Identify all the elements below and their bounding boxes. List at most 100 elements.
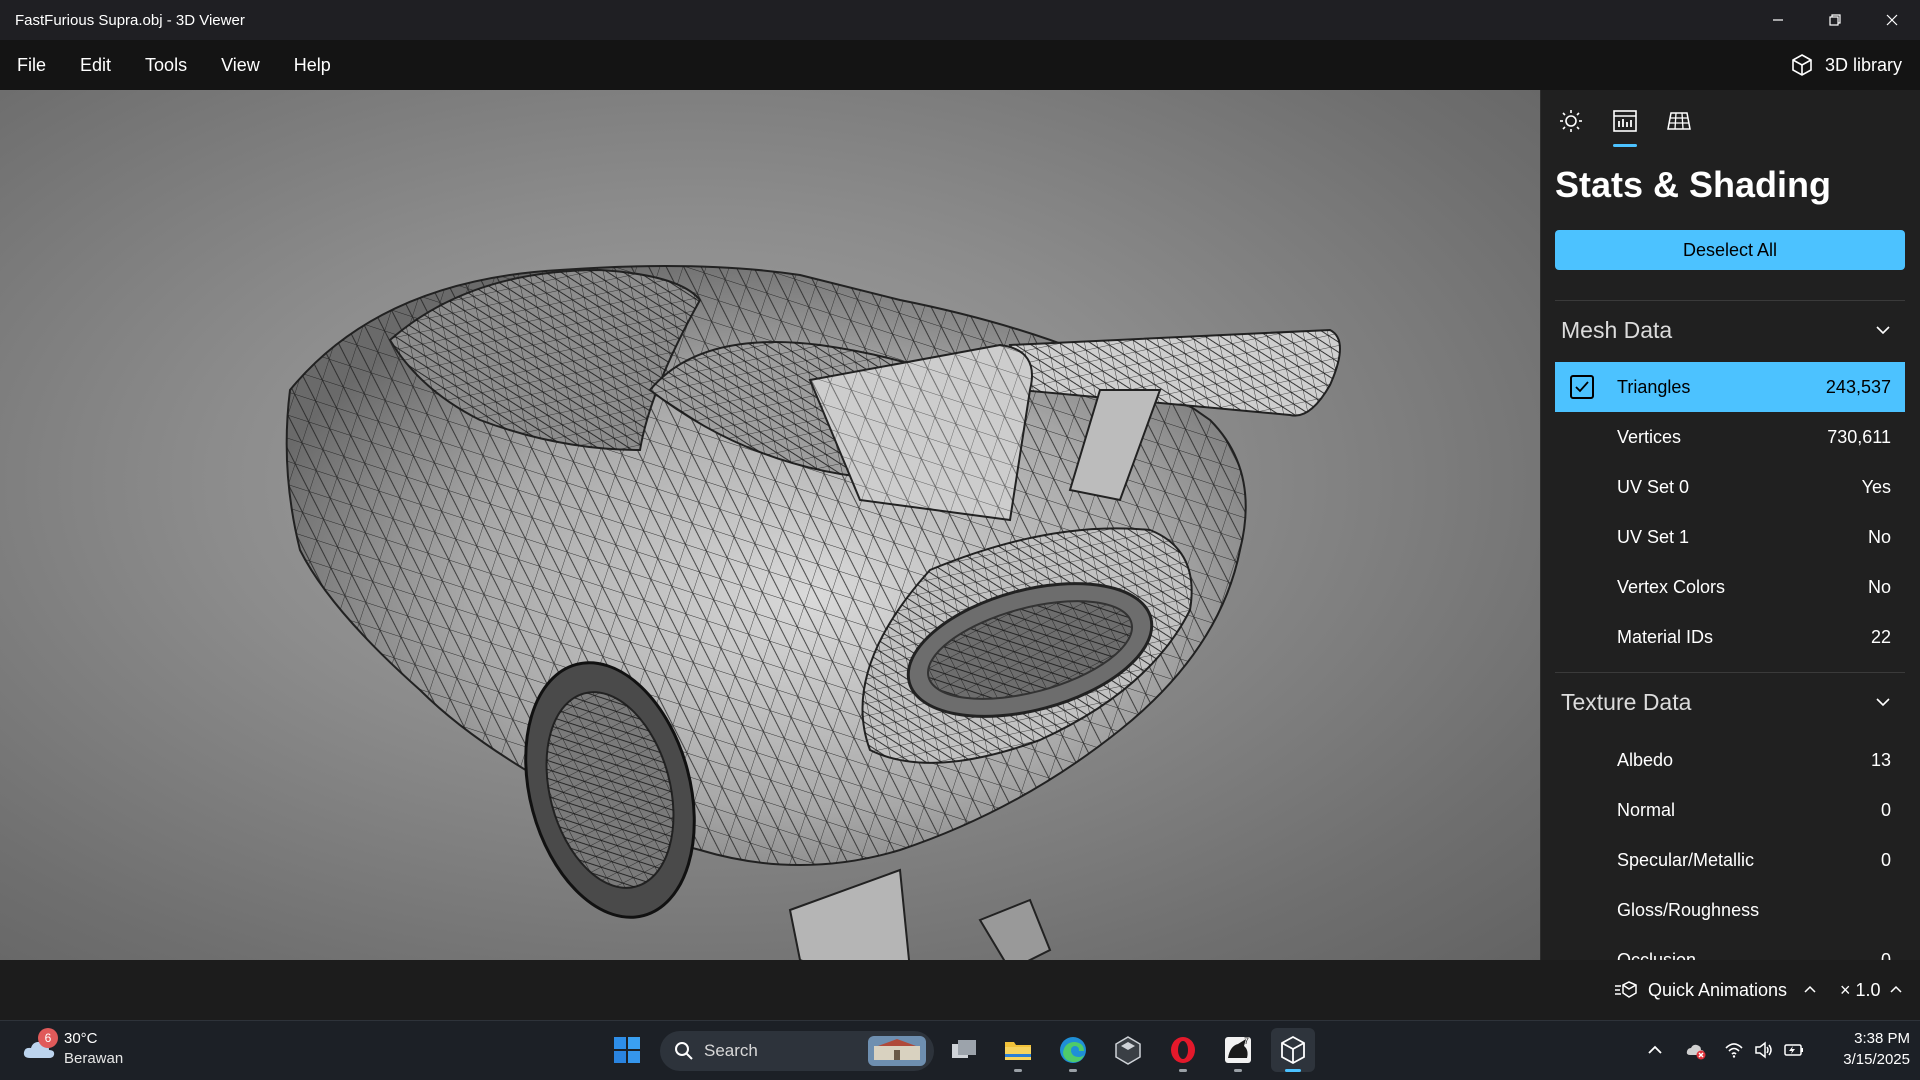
weather-widget[interactable]: 6 30°C Berawan [22, 1026, 172, 1074]
system-clock[interactable]: 3:38 PM 3/15/2025 [1820, 1028, 1910, 1070]
quick-animations-button[interactable]: Quick Animations [1614, 960, 1817, 1020]
3d-viewport[interactable] [0, 90, 1540, 960]
unity-button[interactable] [1106, 1028, 1150, 1072]
row-value: 730,611 [1827, 426, 1891, 447]
minimize-icon [1772, 19, 1783, 21]
tab-stats[interactable] [1609, 105, 1641, 147]
edge-button[interactable] [1051, 1028, 1095, 1072]
stats-icon [1613, 110, 1637, 132]
cube-icon [1792, 54, 1812, 76]
wifi-icon [1725, 1043, 1743, 1058]
texture-row-normal[interactable]: Normal 0 [1555, 785, 1905, 835]
svg-text:7: 7 [1244, 1036, 1249, 1046]
tab-lighting[interactable] [1555, 105, 1587, 137]
tray-network[interactable] [1724, 1020, 1744, 1080]
mesh-row-uv-set-0[interactable]: UV Set 0 Yes [1555, 462, 1905, 512]
start-button[interactable] [605, 1028, 649, 1072]
close-button[interactable] [1863, 0, 1920, 40]
weather-temp: 30°C [64, 1030, 98, 1047]
row-value: Yes [1861, 476, 1891, 497]
row-value: 0 [1880, 799, 1891, 820]
3d-viewer-icon [1281, 1035, 1305, 1065]
menu-tools[interactable]: Tools [128, 55, 204, 76]
task-view-button[interactable] [942, 1028, 986, 1072]
mesh-row-vertex-colors[interactable]: Vertex Colors No [1555, 562, 1905, 612]
menu-edit[interactable]: Edit [63, 55, 128, 76]
search-placeholder: Search [704, 1041, 758, 1060]
row-value: No [1867, 576, 1891, 597]
tray-onedrive[interactable] [1686, 1020, 1706, 1080]
clock-date: 3/15/2025 [1843, 1051, 1910, 1068]
row-label: UV Set 0 [1617, 476, 1690, 497]
row-value: 22 [1870, 626, 1891, 647]
opera-icon [1171, 1037, 1195, 1063]
running-indicator [1014, 1069, 1022, 1072]
windows-start-icon [614, 1037, 640, 1063]
triangles-checkbox[interactable] [1570, 375, 1594, 399]
texture-row-gloss-roughness[interactable]: Gloss/Roughness [1555, 885, 1905, 935]
grid-icon [1667, 112, 1691, 130]
row-value: No [1867, 526, 1891, 547]
mesh-row-vertices[interactable]: Vertices 730,611 [1555, 412, 1905, 462]
row-value: 13 [1870, 749, 1891, 770]
texture-row-albedo[interactable]: Albedo 13 [1555, 735, 1905, 785]
row-value: 0 [1880, 949, 1891, 961]
chevron-down-icon [1876, 698, 1890, 707]
minimize-button[interactable] [1749, 0, 1806, 40]
divider [1555, 672, 1905, 673]
car-wireframe-model [285, 265, 1341, 960]
running-indicator [1179, 1069, 1187, 1072]
stats-shading-panel: Stats & Shading Deselect All Mesh Data T… [1540, 90, 1920, 960]
mesh-row-triangles[interactable]: Triangles 243,537 [1555, 362, 1905, 412]
panel-tabs [1541, 90, 1920, 150]
row-label: Normal [1617, 799, 1676, 820]
rhino-icon: 7 [1225, 1036, 1251, 1063]
chevron-down-icon [1876, 326, 1890, 335]
active-indicator [1285, 1069, 1301, 1072]
tray-battery[interactable] [1784, 1020, 1804, 1080]
row-label: Gloss/Roughness [1617, 899, 1760, 920]
3d-viewer-button[interactable] [1271, 1028, 1315, 1072]
battery-charging-icon [1784, 1044, 1803, 1056]
restore-icon [1828, 14, 1841, 26]
deselect-all-button[interactable]: Deselect All [1555, 230, 1905, 270]
search-highlight-image [868, 1036, 926, 1066]
chevron-up-icon [1804, 985, 1816, 993]
checkmark-icon [1575, 381, 1589, 393]
running-indicator [1069, 1069, 1077, 1072]
edge-icon [1060, 1037, 1086, 1063]
opera-button[interactable] [1161, 1028, 1205, 1072]
menu-bar: File Edit Tools View Help [0, 40, 1920, 90]
mesh-row-material-ids[interactable]: Material IDs 22 [1555, 612, 1905, 662]
menu-help[interactable]: Help [277, 55, 348, 76]
unity-icon [1115, 1036, 1141, 1065]
tab-grid[interactable] [1663, 105, 1695, 137]
weather-badge: 6 [38, 1028, 58, 1048]
3d-library-button[interactable]: 3D library [1789, 40, 1902, 90]
file-explorer-icon [1005, 1042, 1031, 1060]
search-icon [675, 1042, 693, 1060]
animation-speed-button[interactable]: × 1.0 [1840, 960, 1903, 1020]
task-view-icon [952, 1040, 976, 1058]
clock-time: 3:38 PM [1854, 1030, 1910, 1047]
row-label: UV Set 1 [1617, 526, 1690, 547]
row-label: Specular/Metallic [1617, 849, 1755, 870]
mesh-data-label: Mesh Data [1561, 316, 1673, 343]
rhino-button[interactable]: 7 [1216, 1028, 1260, 1072]
mesh-data-header[interactable]: Mesh Data [1555, 305, 1905, 355]
texture-row-specular-metallic[interactable]: Specular/Metallic 0 [1555, 835, 1905, 885]
row-label: Material IDs [1617, 626, 1714, 647]
taskbar-search[interactable]: Search [660, 1031, 934, 1071]
tray-volume[interactable] [1754, 1020, 1774, 1080]
tray-overflow-button[interactable] [1645, 1020, 1665, 1080]
window-title: FastFurious Supra.obj - 3D Viewer [15, 11, 245, 29]
texture-data-label: Texture Data [1561, 688, 1692, 715]
restore-button[interactable] [1806, 0, 1863, 40]
texture-row-occlusion[interactable]: Occlusion 0 [1555, 935, 1905, 961]
texture-data-header[interactable]: Texture Data [1555, 677, 1905, 727]
file-explorer-button[interactable] [996, 1028, 1040, 1072]
running-indicator [1234, 1069, 1242, 1072]
mesh-row-uv-set-1[interactable]: UV Set 1 No [1555, 512, 1905, 562]
menu-view[interactable]: View [204, 55, 277, 76]
menu-file[interactable]: File [0, 55, 63, 76]
